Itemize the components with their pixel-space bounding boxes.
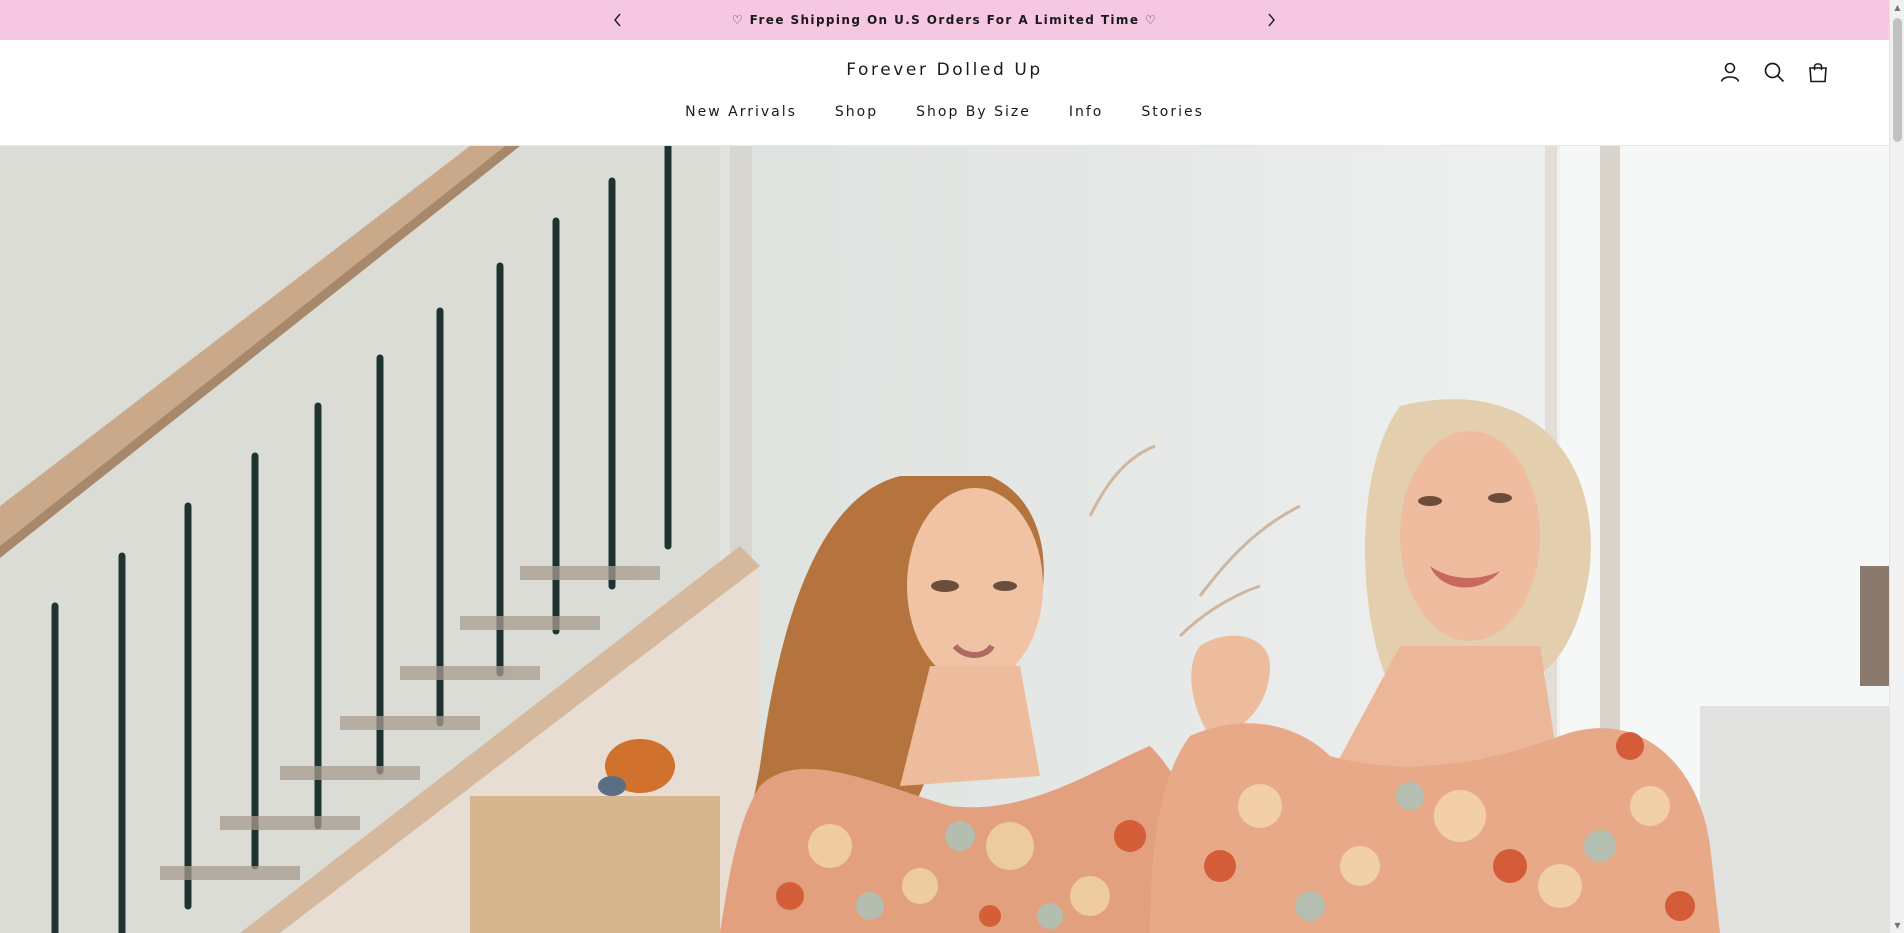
hero-image[interactable]: [0, 146, 1889, 933]
announcement-next-button[interactable]: [1260, 9, 1282, 31]
chevron-right-icon: [1268, 13, 1275, 27]
site-header: Forever Dolled Up New Arrivals Shop Shop…: [0, 40, 1889, 146]
announcement-bar: ♡ Free Shipping On U.S Orders For A Limi…: [0, 0, 1889, 40]
scroll-down-icon[interactable]: ▼: [1893, 921, 1902, 930]
scroll-up-icon[interactable]: ▲: [1893, 3, 1902, 12]
scrollbar-thumb[interactable]: [1893, 18, 1902, 142]
site-logo[interactable]: Forever Dolled Up: [0, 60, 1889, 80]
search-icon: [1764, 62, 1784, 82]
page-scrollbar[interactable]: ▲ ▼: [1889, 0, 1904, 933]
search-button[interactable]: [1762, 60, 1785, 83]
account-icon: [1720, 62, 1739, 82]
cart-icon: [1808, 62, 1827, 82]
nav-item-shop-by-size[interactable]: Shop By Size: [897, 104, 1050, 120]
nav-item-stories[interactable]: Stories: [1122, 104, 1223, 120]
nav-item-info[interactable]: Info: [1050, 104, 1123, 120]
nav-item-shop[interactable]: Shop: [816, 104, 897, 120]
main-nav: New Arrivals Shop Shop By Size Info Stor…: [0, 104, 1889, 120]
account-button[interactable]: [1718, 60, 1741, 83]
cart-button[interactable]: [1806, 60, 1829, 83]
header-icons: [1718, 60, 1829, 83]
nav-item-new-arrivals[interactable]: New Arrivals: [666, 104, 816, 120]
announcement-prev-button[interactable]: [607, 9, 629, 31]
chevron-left-icon: [614, 13, 621, 27]
announcement-message: ♡ Free Shipping On U.S Orders For A Limi…: [731, 13, 1158, 27]
hero-photo: [0, 146, 1889, 933]
